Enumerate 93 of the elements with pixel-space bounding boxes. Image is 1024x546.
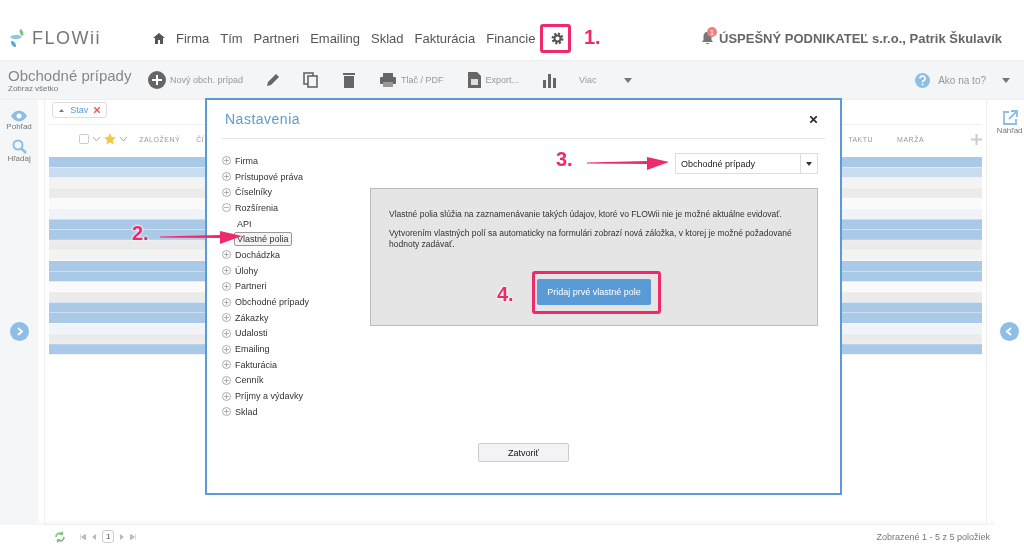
spreadsheet-icon [465, 72, 482, 88]
edit-button[interactable] [265, 72, 282, 88]
nav-link[interactable]: Financie [486, 30, 536, 46]
tree-item[interactable]: Sklad [235, 406, 258, 417]
nav-link[interactable]: Firma [176, 30, 210, 46]
view-subtitle[interactable]: Zobraz všetko [8, 84, 148, 93]
nav-link[interactable]: Tím [220, 30, 243, 46]
tree-item[interactable]: Príjmy a výdavky [235, 391, 303, 402]
external-link-icon [1001, 110, 1018, 126]
logo-text: FLOWii [32, 27, 101, 49]
highlight-frame [540, 24, 571, 53]
close-icon[interactable] [94, 107, 101, 113]
nav-link[interactable]: Fakturácia [414, 30, 476, 46]
tree-item[interactable]: Emailing [235, 344, 270, 355]
expand-icon[interactable] [222, 266, 231, 276]
search-button[interactable]: Hľadaj [7, 139, 31, 163]
expand-icon[interactable] [222, 391, 231, 401]
tree-item[interactable]: Vlastné polia [234, 232, 292, 247]
step-number: 2. [132, 222, 149, 245]
view-button[interactable]: Pohľad [6, 110, 32, 131]
expand-icon[interactable] [222, 187, 231, 197]
tree-item[interactable]: Fakturácia [235, 359, 278, 370]
chevron-left-icon[interactable] [1000, 322, 1020, 341]
tree-item[interactable]: Dochádzka [235, 249, 281, 260]
search-icon [11, 139, 27, 154]
tree-item[interactable]: Udalosti [235, 328, 268, 339]
chart-button[interactable] [541, 72, 558, 88]
close-icon [810, 115, 817, 123]
dialog-title: Nastavenia [224, 111, 301, 127]
last-page-icon[interactable] [130, 533, 137, 540]
nav-link[interactable]: Partneri [253, 30, 300, 46]
first-page-icon[interactable] [80, 533, 86, 540]
expand-icon[interactable] [222, 297, 231, 307]
tree-item[interactable]: Firma [235, 155, 258, 166]
refresh-icon[interactable] [54, 530, 66, 543]
info-text: Vytvorením vlastných polí sa automaticky na formulári zobrazí nová záložka, v ktorej je možné požadované hodnoty zadávať. [389, 228, 793, 251]
tree-item[interactable]: Cenník [235, 375, 264, 386]
home-icon[interactable] [153, 32, 165, 44]
step-number: 3. [556, 148, 573, 171]
checkbox[interactable] [79, 134, 90, 144]
nav-link[interactable]: Sklad [371, 30, 404, 46]
step-number: 1. [584, 26, 601, 49]
expand-icon[interactable] [222, 172, 231, 182]
previous-page-icon[interactable] [92, 533, 96, 540]
chevron-down-icon[interactable] [93, 137, 101, 141]
collapse-icon[interactable] [222, 203, 231, 213]
expand-icon[interactable] [222, 250, 231, 260]
expand-icon[interactable] [222, 407, 231, 417]
tree-item[interactable]: Prístupové práva [235, 171, 304, 182]
caret-icon[interactable] [1002, 77, 1010, 83]
nav-link[interactable]: Emailing [310, 30, 360, 46]
tree-item[interactable]: Obchodné prípady [235, 297, 310, 308]
eye-icon [11, 110, 28, 122]
expand-icon[interactable] [222, 281, 231, 291]
expand-icon[interactable] [222, 344, 231, 354]
module-dropdown[interactable]: Obchodné prípady [675, 153, 818, 174]
tree-item[interactable]: Partneri [235, 281, 267, 292]
copy-icon [303, 72, 320, 88]
expand-icon[interactable] [222, 313, 231, 323]
item-count: Zobrazené 1 - 5 z 5 položiek [876, 531, 990, 542]
star-icon[interactable] [104, 133, 117, 145]
settings-icon[interactable] [551, 31, 565, 45]
bar-chart-icon [541, 72, 558, 88]
page-number[interactable]: 1 [102, 530, 115, 543]
tree-item[interactable]: API [234, 216, 255, 231]
pencil-icon [265, 72, 282, 88]
tree-item[interactable]: Zákazky [235, 312, 269, 323]
preview-button[interactable]: Náhľad [996, 110, 1023, 135]
tree-item[interactable]: Číselníky [235, 187, 272, 198]
expand-icon[interactable] [222, 328, 231, 338]
plus-icon[interactable] [971, 133, 983, 145]
sort-icon [59, 108, 65, 112]
filter-label: Stav [70, 105, 89, 115]
delete-button[interactable] [341, 72, 358, 88]
chevron-down-icon[interactable] [120, 137, 128, 141]
page-title: Obchodné prípady [8, 67, 133, 84]
close-button[interactable]: Zatvoriť [478, 443, 569, 462]
help-icon[interactable] [915, 72, 931, 88]
caret-icon [624, 77, 633, 83]
chevron-right-icon[interactable] [9, 322, 29, 341]
info-text: Vlastné polia slúžia na zaznamenávanie takých údajov, ktoré vo FLOWii nie je možné aktuálne evidovať. [389, 209, 783, 221]
copy-button[interactable] [303, 72, 320, 88]
tree-item[interactable]: Rozšírenia [235, 202, 279, 213]
expand-icon[interactable] [222, 360, 231, 370]
plus-circle-icon [148, 71, 166, 89]
printer-icon [379, 71, 398, 89]
expand-icon[interactable] [222, 375, 231, 385]
trash-icon [341, 72, 358, 88]
tree-item[interactable]: Úlohy [235, 265, 258, 276]
expand-icon[interactable] [222, 156, 231, 166]
account-name[interactable]: ÚSPEŠNÝ PODNIKATEĽ s.r.o., Patrik Škulavík [719, 30, 1002, 46]
step-number: 4. [497, 283, 514, 306]
next-page-icon[interactable] [120, 533, 125, 540]
